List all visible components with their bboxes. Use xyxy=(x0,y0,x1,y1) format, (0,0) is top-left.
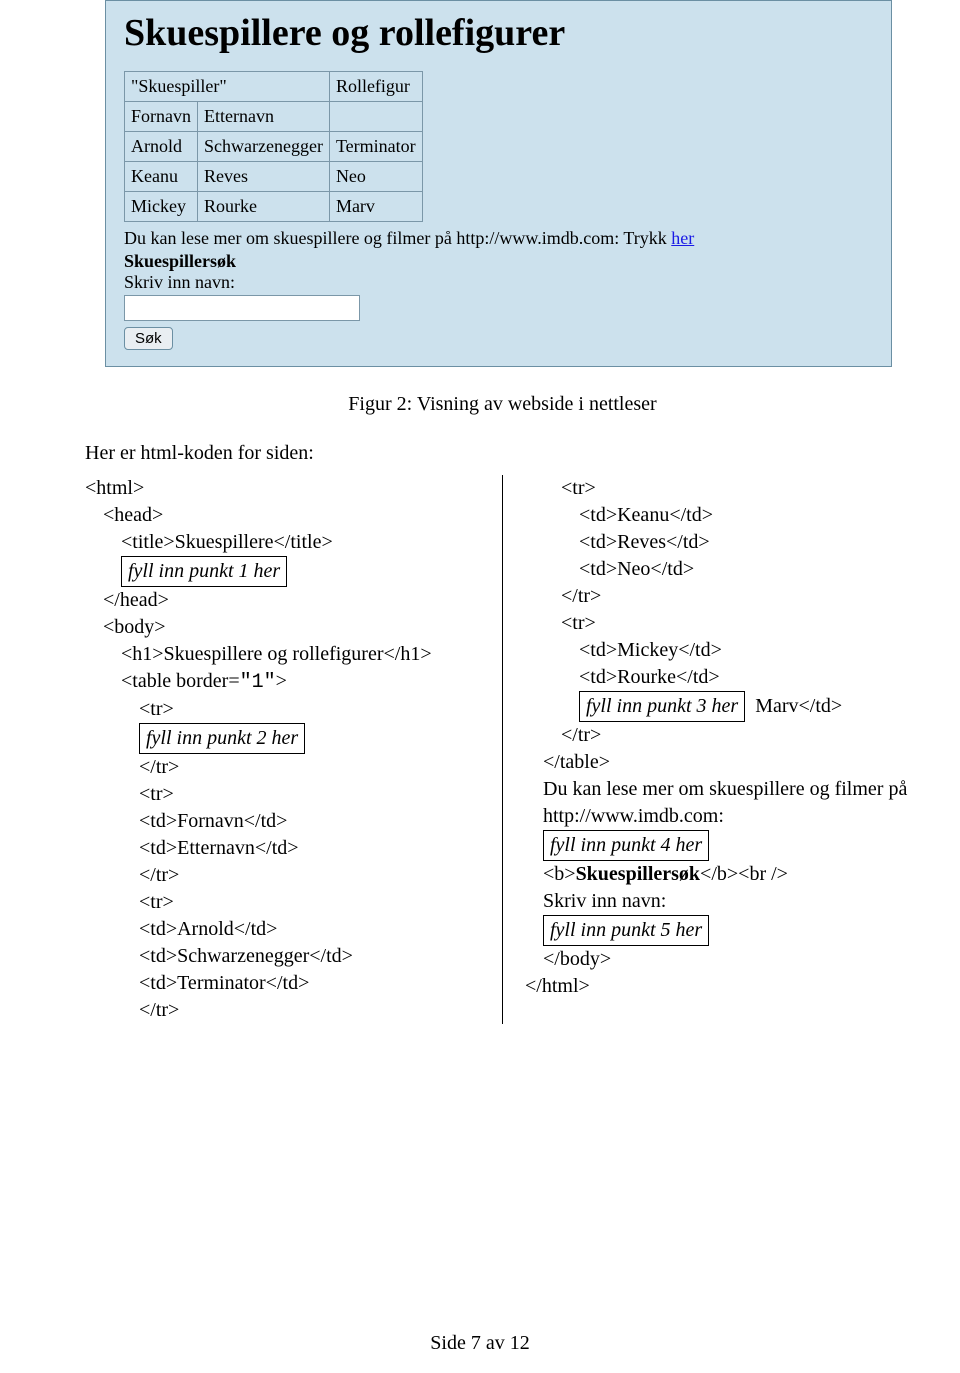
imdb-link[interactable]: her xyxy=(671,228,694,248)
header-role: Rollefigur xyxy=(329,72,422,102)
blank-2: fyll inn punkt 2 her xyxy=(139,723,305,754)
blank-4: fyll inn punkt 4 her xyxy=(543,830,709,861)
header-actor: "Skuespiller" xyxy=(125,72,330,102)
figure-caption: Figur 2: Visning av webside i nettleser xyxy=(85,393,920,416)
subheader-first: Fornavn xyxy=(125,102,198,132)
code-left: <html> <head> <title>Skuespillere</title… xyxy=(85,475,480,1024)
column-divider xyxy=(502,475,503,1024)
subheader-last: Etternavn xyxy=(198,102,330,132)
table-row: Keanu Reves Neo xyxy=(125,162,423,192)
page-footer: Side 7 av 12 xyxy=(0,1332,960,1355)
blank-3: fyll inn punkt 3 her xyxy=(579,691,745,722)
code-columns: <html> <head> <title>Skuespillere</title… xyxy=(85,475,920,1024)
code-right: <tr> <td>Keanu</td> <td>Reves</td> <td>N… xyxy=(525,475,920,1024)
blank-1: fyll inn punkt 1 her xyxy=(121,556,287,587)
page-heading: Skuespillere og rollefigurer xyxy=(124,11,873,55)
table-row: Mickey Rourke Marv xyxy=(125,192,423,222)
actor-table: "Skuespiller" Rollefigur Fornavn Etterna… xyxy=(124,71,423,222)
search-button[interactable]: Søk xyxy=(124,327,173,350)
blank-5: fyll inn punkt 5 her xyxy=(543,915,709,946)
browser-screenshot: Skuespillere og rollefigurer "Skuespille… xyxy=(105,0,892,367)
search-input[interactable] xyxy=(124,295,360,321)
table-row: Arnold Schwarzenegger Terminator xyxy=(125,132,423,162)
info-line: Du kan lese mer om skuespillere og filme… xyxy=(124,228,873,249)
search-title: Skuespillersøk xyxy=(124,251,873,272)
intro-text: Her er html-koden for siden: xyxy=(85,442,920,465)
search-label: Skriv inn navn: xyxy=(124,272,873,293)
